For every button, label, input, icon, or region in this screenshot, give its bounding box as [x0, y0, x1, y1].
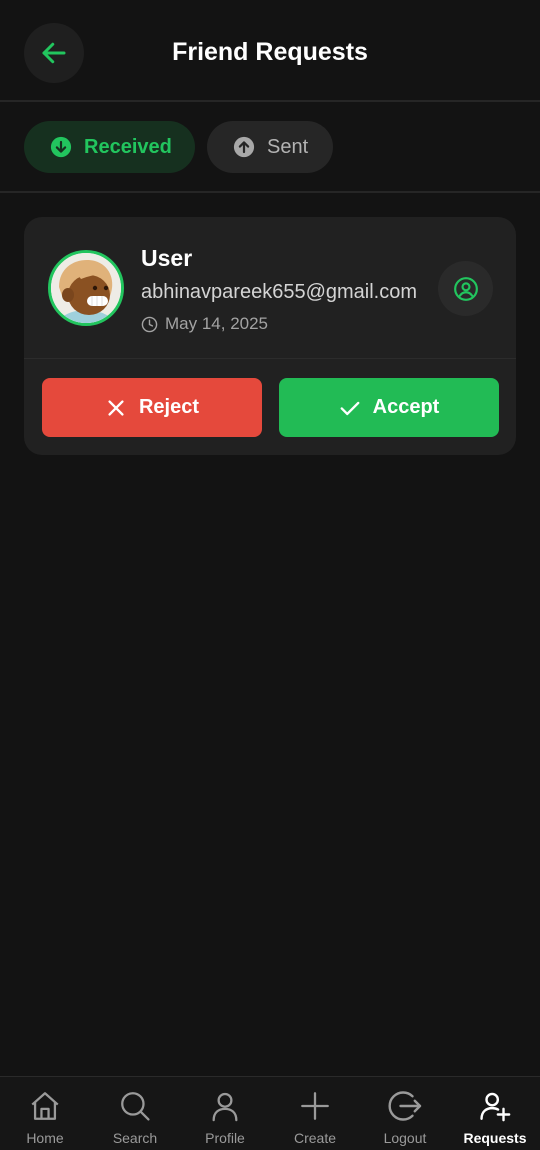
tab-received[interactable]: Received: [24, 121, 195, 173]
tab-sent[interactable]: Sent: [207, 121, 333, 173]
reject-label: Reject: [138, 396, 200, 418]
plus-icon: [296, 1087, 334, 1125]
user-icon: [206, 1087, 244, 1125]
user-circle-icon: [453, 276, 479, 302]
request-tabs: Received Sent: [0, 103, 540, 193]
arrow-down-circle-icon: [50, 136, 72, 158]
close-icon: [105, 397, 127, 419]
nav-logout-label: Logout: [383, 1130, 427, 1146]
nav-requests-label: Requests: [463, 1130, 527, 1146]
request-info: User abhinavpareek655@gmail.com May 14, …: [24, 217, 516, 359]
reject-button[interactable]: Reject: [42, 378, 262, 437]
home-icon: [26, 1087, 64, 1125]
search-icon: [116, 1087, 154, 1125]
avatar[interactable]: [48, 250, 124, 326]
tab-sent-label: Sent: [267, 135, 309, 158]
nav-create[interactable]: Create: [270, 1087, 360, 1149]
check-icon: [339, 397, 361, 419]
nav-logout[interactable]: Logout: [360, 1087, 450, 1149]
user-name: User: [141, 245, 193, 271]
header: Friend Requests: [0, 0, 540, 102]
nav-create-label: Create: [293, 1130, 337, 1146]
nav-home-label: Home: [26, 1130, 64, 1146]
request-date: May 14, 2025: [141, 314, 268, 334]
view-profile-button[interactable]: [438, 261, 493, 316]
nav-profile[interactable]: Profile: [180, 1087, 270, 1149]
tab-received-label: Received: [84, 135, 172, 158]
friend-request-card: User abhinavpareek655@gmail.com May 14, …: [24, 217, 516, 455]
accept-label: Accept: [372, 396, 440, 418]
arrow-up-circle-icon: [233, 136, 255, 158]
nav-search-label: Search: [112, 1130, 158, 1146]
nav-profile-label: Profile: [205, 1130, 245, 1146]
page-title: Friend Requests: [172, 38, 368, 66]
friend-requests-screen: Friend Requests Received Sent User abhin…: [0, 0, 540, 1150]
clock-icon: [141, 316, 158, 333]
logout-icon: [386, 1087, 424, 1125]
nav-home[interactable]: Home: [0, 1087, 90, 1149]
user-plus-icon: [476, 1087, 514, 1125]
accept-button[interactable]: Accept: [279, 378, 499, 437]
nav-search[interactable]: Search: [90, 1087, 180, 1149]
request-date-text: May 14, 2025: [165, 314, 269, 333]
bottom-nav: Home Search Profile Create Logout Reques…: [0, 1076, 540, 1150]
user-email: abhinavpareek655@gmail.com: [141, 281, 418, 303]
nav-requests[interactable]: Requests: [450, 1087, 540, 1149]
